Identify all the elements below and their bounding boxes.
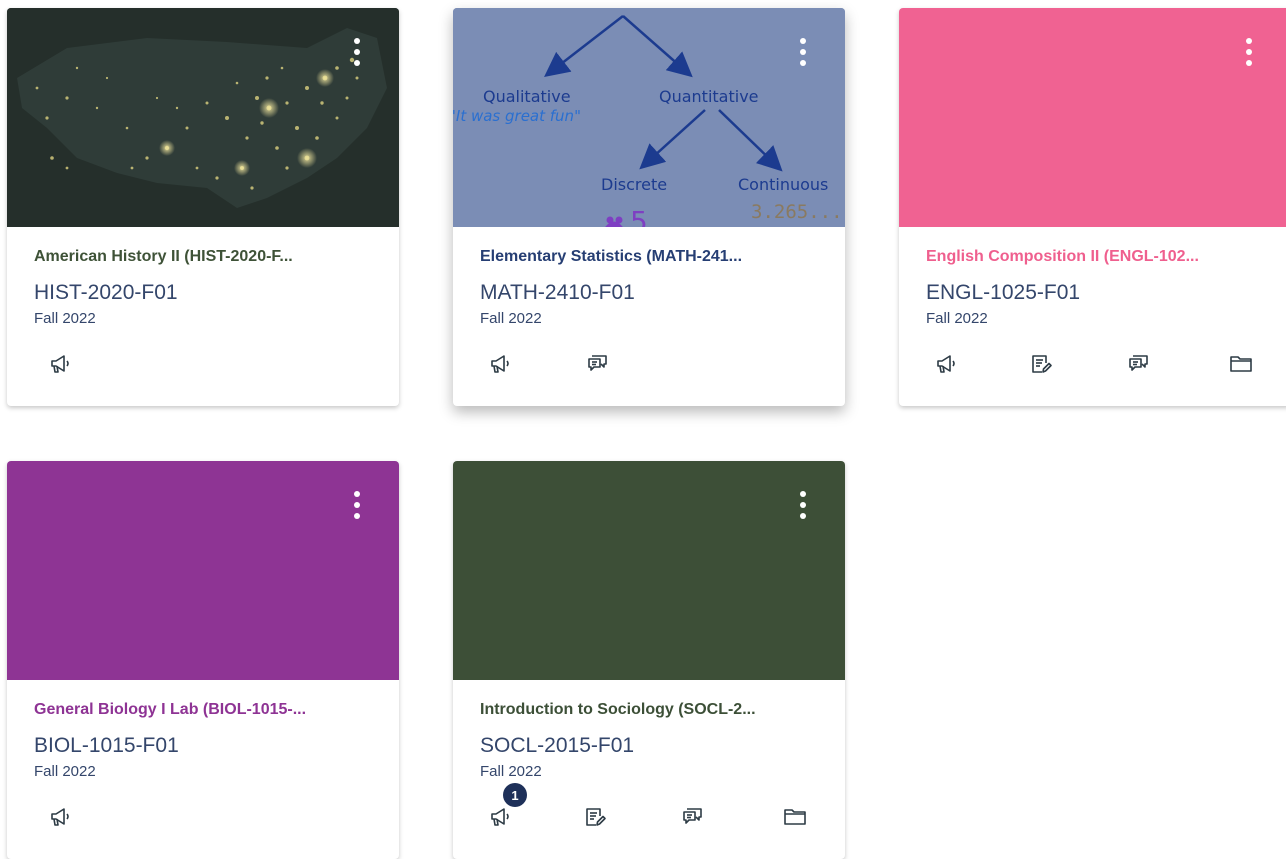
course-term: Fall 2022 <box>34 763 96 780</box>
announcements-icon[interactable] <box>481 344 521 384</box>
night-map-image <box>7 8 399 227</box>
card-options-kebab-icon[interactable] <box>799 38 807 72</box>
unread-count-badge: 1 <box>503 783 527 807</box>
svg-text:5: 5 <box>630 205 648 227</box>
svg-text:Qualitative: Qualitative <box>483 87 571 106</box>
files-icon[interactable] <box>1221 344 1261 384</box>
course-card-image[interactable] <box>7 8 399 227</box>
card-actions <box>7 797 399 837</box>
course-code: HIST-2020-F01 <box>34 281 178 304</box>
course-card-image[interactable] <box>899 8 1286 227</box>
course-card-engl[interactable]: English Composition II (ENGL-102... ENGL… <box>899 8 1286 406</box>
files-icon[interactable] <box>775 797 815 837</box>
card-actions <box>899 344 1286 384</box>
course-term: Fall 2022 <box>926 310 988 327</box>
course-card-hist[interactable]: American History II (HIST-2020-F... HIST… <box>7 8 399 406</box>
card-options-kebab-icon[interactable] <box>353 38 361 72</box>
card-actions: 1 <box>453 783 845 837</box>
svg-text:Discrete: Discrete <box>601 175 667 194</box>
svg-text:"It was great fun": "It was great fun" <box>453 107 581 125</box>
course-title[interactable]: General Biology I Lab (BIOL-1015-... <box>34 701 379 719</box>
course-title[interactable]: English Composition II (ENGL-102... <box>926 248 1271 266</box>
course-code: BIOL-1015-F01 <box>34 734 179 757</box>
course-code: MATH-2410-F01 <box>480 281 635 304</box>
card-actions <box>7 344 399 384</box>
course-card-biol[interactable]: General Biology I Lab (BIOL-1015-... BIO… <box>7 461 399 859</box>
card-options-kebab-icon[interactable] <box>1245 38 1253 72</box>
course-title[interactable]: American History II (HIST-2020-F... <box>34 248 379 266</box>
discussions-icon[interactable] <box>1119 344 1159 384</box>
course-term: Fall 2022 <box>480 763 542 780</box>
course-term: Fall 2022 <box>34 310 96 327</box>
announcements-icon[interactable]: 1 <box>481 783 527 837</box>
announcements-icon[interactable] <box>41 797 81 837</box>
discussions-icon[interactable] <box>578 344 618 384</box>
card-actions <box>453 344 845 384</box>
assignments-icon[interactable] <box>1021 344 1061 384</box>
course-title[interactable]: Introduction to Sociology (SOCL-2... <box>480 701 825 719</box>
course-card-math[interactable]: Qualitative Quantitative "It was great f… <box>453 8 845 406</box>
course-code: SOCL-2015-F01 <box>480 734 635 757</box>
stats-diagram-image: Qualitative Quantitative "It was great f… <box>453 8 845 227</box>
announcements-icon[interactable] <box>41 344 81 384</box>
svg-text:Quantitative: Quantitative <box>659 87 759 106</box>
course-term: Fall 2022 <box>480 310 542 327</box>
course-card-image[interactable] <box>453 461 845 680</box>
course-code: ENGL-1025-F01 <box>926 281 1081 304</box>
svg-text:Continuous: Continuous <box>738 175 828 194</box>
course-card-socl[interactable]: Introduction to Sociology (SOCL-2... SOC… <box>453 461 845 859</box>
assignments-icon[interactable] <box>575 797 615 837</box>
card-options-kebab-icon[interactable] <box>353 491 361 525</box>
svg-text:3.265...: 3.265... <box>751 201 843 223</box>
course-title[interactable]: Elementary Statistics (MATH-241... <box>480 248 825 266</box>
announcements-icon[interactable] <box>927 344 967 384</box>
card-options-kebab-icon[interactable] <box>799 491 807 525</box>
course-card-image[interactable]: Qualitative Quantitative "It was great f… <box>453 8 845 227</box>
discussions-icon[interactable] <box>673 797 713 837</box>
course-card-image[interactable] <box>7 461 399 680</box>
